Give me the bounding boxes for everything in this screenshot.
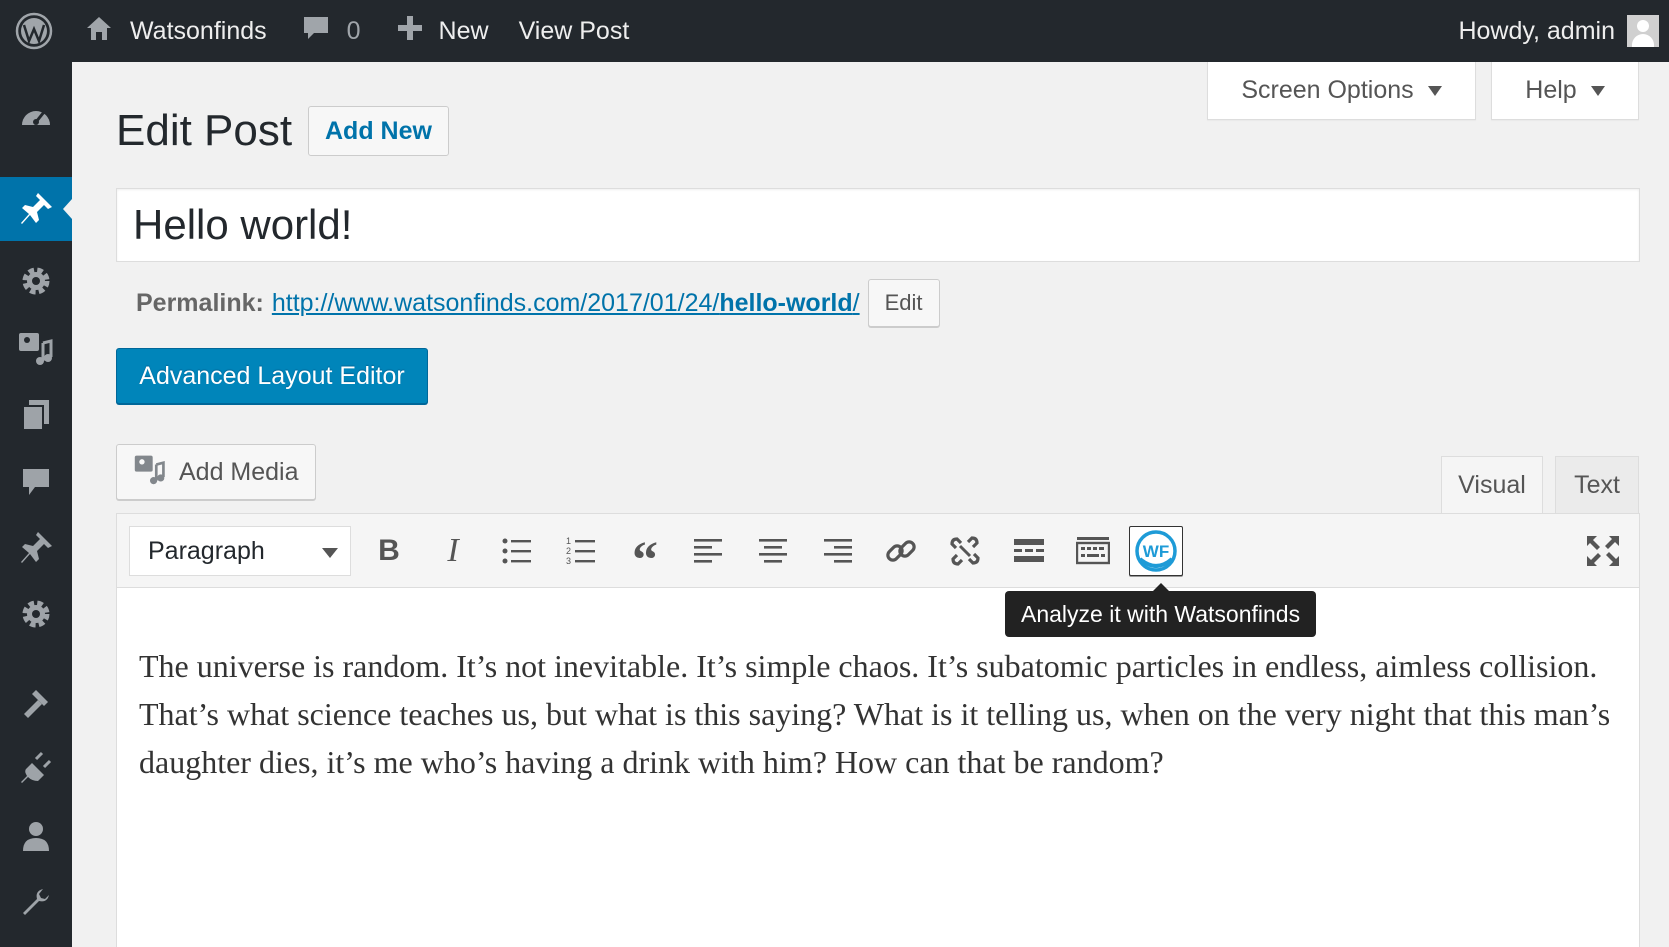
avatar: [1627, 15, 1659, 47]
numbered-list-icon[interactable]: 123: [555, 526, 607, 576]
menu-pin-icon[interactable]: [0, 516, 72, 580]
menu-dashboard-icon[interactable]: [0, 85, 72, 149]
help-label: Help: [1525, 76, 1577, 104]
tab-visual[interactable]: Visual: [1441, 456, 1543, 514]
menu-tools-wrench-icon[interactable]: [0, 870, 72, 934]
svg-text:3: 3: [566, 556, 571, 566]
triangle-down-icon: [322, 548, 338, 558]
help-button[interactable]: Help: [1491, 62, 1639, 120]
menu-settings-gear-icon[interactable]: [0, 249, 72, 313]
menu-posts-pin-icon[interactable]: [0, 177, 72, 241]
screen-options-label: Screen Options: [1241, 76, 1414, 104]
permalink-base: http://www.watsonfinds.com/2017/01/24/: [271, 288, 720, 317]
post-title-input[interactable]: [116, 188, 1640, 262]
post-content[interactable]: The universe is random. It’s not inevita…: [139, 642, 1619, 786]
insert-link-icon[interactable]: [875, 526, 927, 576]
plus-icon: [397, 15, 423, 48]
editor-toolbar: Paragraph B I 123 “ WF: [117, 514, 1639, 588]
permalink-slug: hello-world: [719, 288, 853, 317]
add-media-button[interactable]: Add Media: [116, 444, 316, 500]
watsonfinds-label: WF: [1143, 542, 1169, 561]
add-new-button[interactable]: Add New: [308, 106, 449, 156]
menu-appearance-icon[interactable]: [0, 670, 72, 734]
blockquote-button[interactable]: “: [619, 526, 671, 587]
watsonfinds-analyze-button[interactable]: WF: [1129, 526, 1183, 576]
toolbar-toggle-keyboard-icon[interactable]: [1067, 526, 1119, 576]
read-more-icon[interactable]: [1003, 526, 1055, 576]
screen-options-button[interactable]: Screen Options: [1207, 62, 1476, 120]
menu-comments-icon[interactable]: [0, 450, 72, 514]
edit-slug-button[interactable]: Edit: [867, 279, 940, 327]
new-label: New: [438, 16, 489, 45]
watsonfinds-logo-icon: WF: [1135, 530, 1177, 572]
media-icon: [133, 452, 167, 493]
align-center-icon[interactable]: [747, 526, 799, 576]
comments-link[interactable]: 0: [301, 0, 361, 62]
triangle-down-icon: [1427, 85, 1442, 96]
format-select-value: Paragraph: [148, 536, 265, 565]
menu-plugins-icon[interactable]: [0, 737, 72, 801]
site-name: Watsonfinds: [130, 16, 267, 45]
menu-users-icon[interactable]: [0, 804, 72, 868]
tab-text[interactable]: Text: [1555, 456, 1639, 514]
page-title: Edit Post: [116, 106, 293, 155]
new-content-link[interactable]: New: [397, 0, 489, 62]
menu-pages-icon[interactable]: [0, 383, 72, 447]
menu-media-icon[interactable]: [0, 316, 72, 380]
triangle-down-icon: [1590, 85, 1605, 96]
bold-button[interactable]: B: [363, 526, 415, 576]
admin-menu: [0, 62, 72, 947]
align-right-icon[interactable]: [811, 526, 863, 576]
permalink-link[interactable]: http://www.watsonfinds.com/2017/01/24/he…: [272, 289, 860, 318]
site-home-link[interactable]: Watsonfinds: [84, 0, 267, 62]
italic-button[interactable]: I: [427, 526, 479, 576]
permalink-label: Permalink:: [136, 288, 264, 317]
svg-text:1: 1: [566, 536, 571, 546]
align-left-icon[interactable]: [683, 526, 735, 576]
bulleted-list-icon[interactable]: [491, 526, 543, 576]
my-account[interactable]: Howdy, admin: [1458, 0, 1659, 62]
view-post-link[interactable]: View Post: [519, 0, 630, 62]
unlink-icon[interactable]: [939, 526, 991, 576]
comment-bubble-icon: [301, 13, 331, 50]
post-editor: Paragraph B I 123 “ WF The universe is r…: [116, 513, 1640, 947]
permalink-trail: /: [852, 288, 860, 317]
format-select[interactable]: Paragraph: [129, 526, 351, 576]
admin-bar: Watsonfinds 0 New View Post Howdy, admin: [0, 0, 1669, 62]
menu-gear-icon[interactable]: [0, 582, 72, 646]
add-media-label: Add Media: [179, 457, 299, 486]
permalink-row: Permalink: http://www.watsonfinds.com/20…: [136, 278, 940, 328]
howdy-text: Howdy, admin: [1458, 16, 1615, 45]
comments-count: 0: [346, 16, 361, 45]
watsonfinds-tooltip: Analyze it with Watsonfinds: [1005, 583, 1317, 637]
svg-text:2: 2: [566, 546, 571, 556]
home-icon: [84, 13, 114, 50]
wordpress-logo-icon[interactable]: [0, 0, 68, 62]
fullscreen-icon[interactable]: [1577, 526, 1629, 576]
advanced-layout-editor-button[interactable]: Advanced Layout Editor: [116, 348, 428, 404]
